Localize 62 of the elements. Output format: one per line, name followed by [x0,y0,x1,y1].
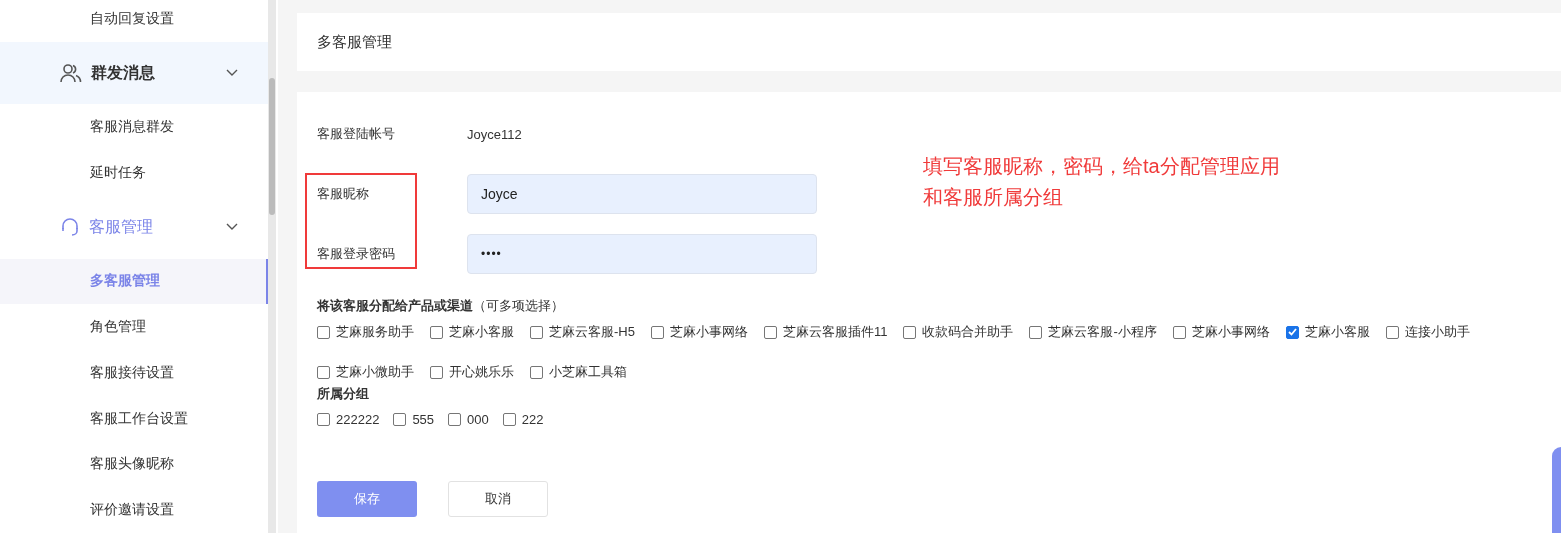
annotation-text: 填写客服昵称，密码，给ta分配管理应用 [923,154,1280,179]
checkbox-label: 芝麻小事网络 [669,323,748,341]
checkbox-label: 555 [412,411,435,427]
checkbox-label: 222 [521,411,544,427]
checkbox-label: 芝麻云客服-H5 [549,323,635,341]
sidebar-item[interactable]: 客服工作台设置 [0,395,268,442]
checkbox[interactable] [1029,325,1043,339]
checkbox-label: 芝麻服务助手 [336,323,414,341]
input-field[interactable]: Joyce [467,174,817,214]
sidebar-item[interactable]: 角色管理 [0,304,268,351]
checkbox-label: 芝麻小事网络 [1191,323,1270,341]
checkbox[interactable] [650,325,664,339]
chevron-icon [226,69,238,78]
checkbox-label: 芝麻小微助手 [336,363,414,381]
checkbox[interactable] [1172,325,1186,339]
checkbox-label: 小芝麻工具箱 [549,363,627,381]
sidebar-group[interactable]: 客服管理 [0,195,268,259]
sidebar-item[interactable]: 客服消息群发 [0,104,268,151]
checkbox-label: 芝麻云客服-小程序 [1048,323,1157,341]
field-label: 客服登录密码 [317,245,396,263]
checkbox[interactable] [1285,325,1299,339]
checkbox-label: 开心姚乐乐 [449,363,514,381]
checkbox[interactable] [530,365,543,379]
cancel-button[interactable]: 取消 [448,481,548,517]
checkbox[interactable] [393,412,407,426]
sidebar-item[interactable]: 评价邀请设置 [0,487,268,533]
checkbox[interactable] [763,325,777,339]
checkbox-label: 芝麻云客服插件11 [782,323,888,341]
people-icon [60,63,82,84]
headset-icon [60,217,80,238]
checkbox[interactable] [1385,325,1399,339]
account-value: Joyce112 [467,126,522,142]
chevron-icon [226,223,238,232]
checkbox[interactable] [317,325,330,339]
checkbox-label: 芝麻小客服 [449,323,514,341]
checkbox[interactable] [448,412,462,426]
checkbox-label: 连接小助手 [1404,323,1470,341]
page-title: 多客服管理 [317,32,392,52]
checkbox[interactable] [430,325,443,339]
section-title: 将该客服分配给产品或渠道（可多项选择） [317,297,565,315]
sidebar-item[interactable]: 延时任务 [0,150,268,196]
checkbox[interactable] [502,412,516,426]
checkbox[interactable] [430,365,443,379]
field-label: 客服登陆帐号 [317,125,396,143]
checkbox[interactable] [317,412,330,426]
section-title: 所属分组 [317,385,370,403]
sidebar-item[interactable]: 自动回复设置 [0,0,268,42]
checkbox-label: 000 [467,411,489,427]
checkbox[interactable] [903,325,917,339]
side-tab[interactable] [1552,447,1561,533]
checkbox[interactable] [317,365,330,379]
scrollbar-thumb[interactable] [269,78,275,215]
checkbox-label: 芝麻小客服 [1304,323,1370,341]
password-field[interactable]: •••• [467,234,817,274]
checkbox-label: 收款码合并助手 [922,323,1014,341]
sidebar-item[interactable]: 客服接待设置 [0,350,268,396]
checkbox[interactable] [530,325,543,339]
field-label: 客服昵称 [317,185,370,203]
checkbox-label: 222222 [336,411,380,427]
sidebar-item[interactable]: 客服头像昵称 [0,441,268,488]
sidebar-group[interactable]: 群发消息 [0,41,268,105]
annotation-text: 和客服所属分组 [923,185,1064,210]
